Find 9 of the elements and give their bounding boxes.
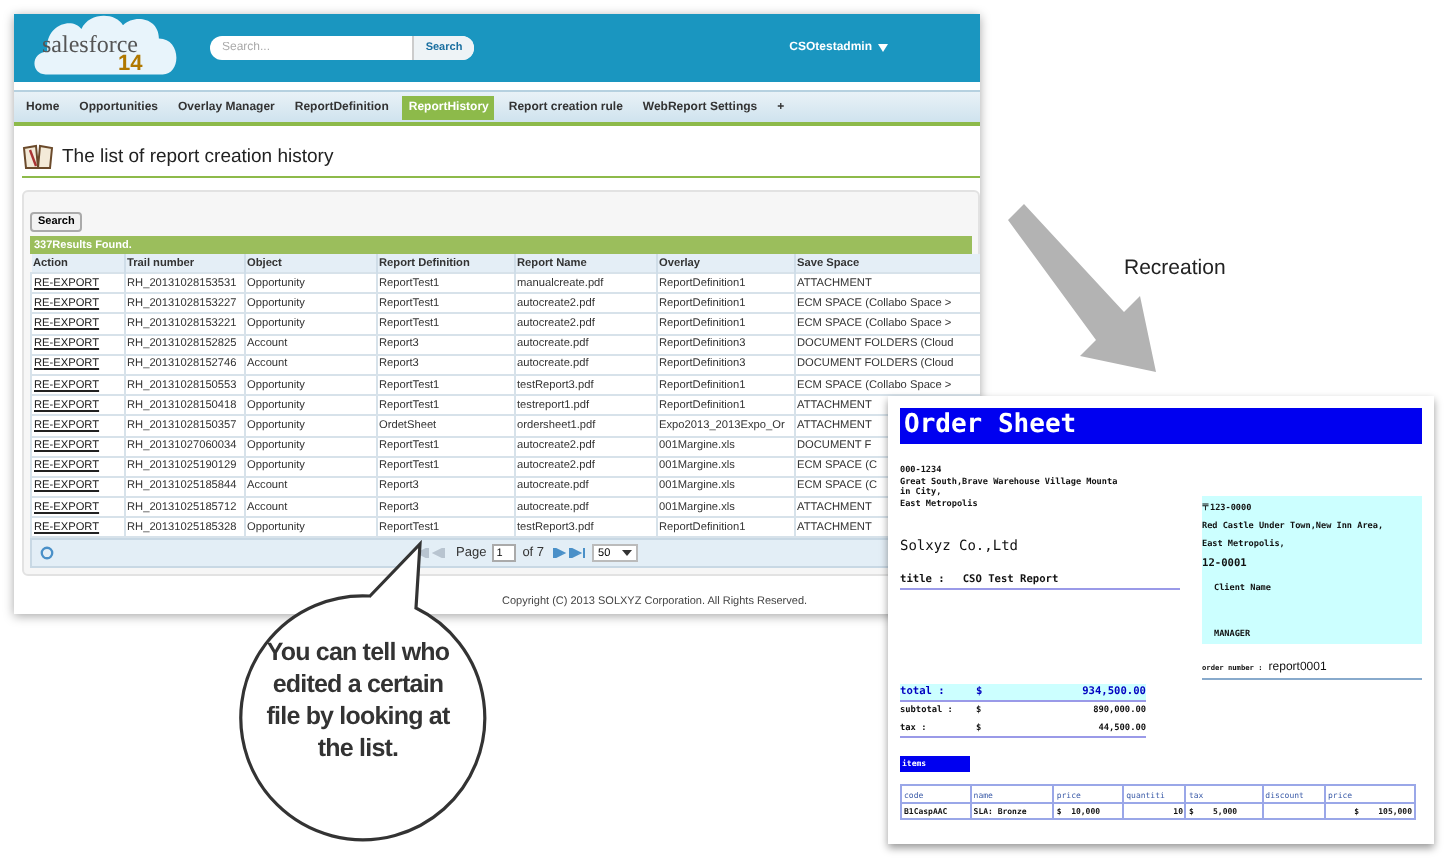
arrow-label: Recreation <box>1124 256 1226 280</box>
version-number: 14 <box>118 52 143 76</box>
page-title: The list of report creation history <box>62 146 334 168</box>
callout-text: You can tell who edited a certain file by looking at the list. <box>264 636 452 764</box>
caret-icon[interactable] <box>622 550 633 557</box>
next-last-icon[interactable] <box>550 548 587 559</box>
book-icon <box>22 144 54 170</box>
refresh-icon[interactable] <box>40 546 54 561</box>
sheet-title: Order Sheet <box>900 408 1422 444</box>
